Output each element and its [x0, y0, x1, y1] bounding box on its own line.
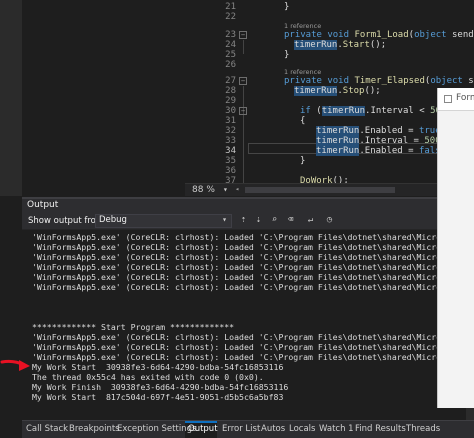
- fold-guide: [243, 40, 244, 54]
- line-number: 29: [225, 96, 236, 106]
- output-line: 'WinFormsApp5.exe' (CoreCLR: clrhost): L…: [32, 342, 466, 352]
- line-number: 28: [225, 86, 236, 96]
- chevron-down-icon[interactable]: ▾: [223, 185, 228, 194]
- line-number: 32: [225, 126, 236, 136]
- line-number: 24: [225, 40, 236, 50]
- line-number: 21: [225, 2, 236, 12]
- output-title: Output: [27, 200, 59, 210]
- scroll-left-icon[interactable]: ◂: [235, 185, 239, 193]
- tab-breakpoints[interactable]: Breakpoints: [69, 424, 120, 434]
- output-line-work-finish: My Work Finish 30938fe3-6d64-4290-bdba-5…: [32, 382, 289, 392]
- code-line-enabled-true: timerRun.Enabled = true;: [316, 126, 446, 136]
- line-number-gutter: 21 22 23 24 25 26 27 28 29 30 31 32 33 3…: [202, 0, 248, 186]
- form-designer-panel[interactable]: Form: [437, 88, 474, 408]
- line-number: 27: [225, 76, 236, 86]
- output-text-area[interactable]: 'WinFormsApp5.exe' (CoreCLR: clrhost): L…: [22, 230, 474, 420]
- code-line-brace: {: [300, 116, 306, 126]
- output-line: 'WinFormsApp5.exe' (CoreCLR: clrhost): L…: [32, 252, 466, 262]
- tab-locals[interactable]: Locals: [289, 424, 315, 434]
- line-number: 26: [225, 60, 236, 70]
- collapse-icon[interactable]: −: [239, 31, 247, 39]
- output-line: 'WinFormsApp5.exe' (CoreCLR: clrhost): L…: [32, 332, 466, 342]
- red-arrow-icon: [0, 359, 30, 371]
- form-designer-tab[interactable]: Form: [438, 88, 474, 111]
- zoom-level[interactable]: 88 %: [192, 185, 215, 195]
- form-icon: [444, 95, 452, 103]
- go-to-previous-icon[interactable]: ⇡: [238, 215, 249, 226]
- tab-threads[interactable]: Threads: [406, 424, 440, 434]
- code-line-if: if (timerRun.Interval < 5000): [300, 106, 457, 116]
- tab-watch-1[interactable]: Watch 1: [319, 424, 354, 434]
- line-number: 36: [225, 166, 236, 176]
- output-toolbar: Show output from: Debug ▾ ⇡ ⇣ ⌕ ⌫ ↵ ◷: [22, 213, 474, 229]
- word-wrap-icon[interactable]: ↵: [305, 215, 316, 226]
- find-message-icon[interactable]: ⌕: [269, 215, 280, 226]
- line-number: 33: [225, 136, 236, 146]
- tab-autos[interactable]: Autos: [261, 424, 285, 434]
- line-number: 23: [225, 30, 236, 40]
- line-number: 25: [225, 50, 236, 60]
- code-line-form1-load: private void Form1_Load(object sender, E…: [284, 30, 474, 40]
- output-panel[interactable]: Output Show output from: Debug ▾ ⇡ ⇣ ⌕ ⌫…: [22, 197, 474, 420]
- form-designer-title: Form: [456, 93, 474, 103]
- tab-output[interactable]: Output: [188, 424, 218, 434]
- collapse-icon[interactable]: −: [239, 107, 247, 115]
- line-number: 22: [225, 12, 236, 22]
- code-line-timer-stop: timerRun.Stop();: [294, 86, 381, 96]
- tab-find-results[interactable]: Find Results: [355, 424, 406, 434]
- bottom-tab-strip: Call Stack Breakpoints Exception Setting…: [22, 420, 474, 438]
- output-source-select[interactable]: Debug ▾: [95, 214, 232, 228]
- line-number-current: 34: [225, 146, 236, 156]
- output-line: 'WinFormsApp5.exe' (CoreCLR: clrhost): L…: [32, 242, 466, 252]
- output-line-thread-exit: The thread 0x55c4 has exited with code 0…: [32, 372, 264, 382]
- code-line-timer-elapsed: private void Timer_Elapsed(object sender…: [284, 76, 474, 86]
- line-number: 35: [225, 156, 236, 166]
- horizontal-scrollbar[interactable]: [245, 187, 395, 193]
- code-line-enabled-false: timerRun.Enabled = false;: [316, 146, 451, 156]
- output-header: Output: [22, 197, 474, 213]
- output-line: 'WinFormsApp5.exe' (CoreCLR: clrhost): L…: [32, 282, 466, 292]
- output-line-work-start: My Work Start 30938fe3-6d64-4290-bdba-54…: [32, 362, 284, 372]
- editor-status-bar: 88 % ▾ ◂: [185, 183, 474, 196]
- code-line-brace: }: [300, 156, 306, 166]
- tab-call-stack[interactable]: Call Stack: [26, 424, 68, 434]
- output-line: 'WinFormsApp5.exe' (CoreCLR: clrhost): L…: [32, 352, 466, 362]
- code-line: }: [284, 50, 290, 60]
- line-number: 30: [225, 106, 236, 116]
- output-line-start-program: ************* Start Program ************…: [32, 322, 235, 332]
- output-line: 'WinFormsApp5.exe' (CoreCLR: clrhost): L…: [32, 272, 466, 282]
- clear-all-icon[interactable]: ⌫: [285, 215, 296, 226]
- output-line-work-start: My Work Start 817c504d-697f-4e51-9051-d5…: [32, 392, 284, 402]
- code-line-interval: timerRun.Interval = 5000;: [316, 136, 452, 146]
- line-number: 31: [225, 116, 236, 126]
- code-line: }: [284, 2, 290, 12]
- output-source-value: Debug: [99, 215, 127, 225]
- tab-error-list[interactable]: Error List: [222, 424, 260, 434]
- tab-exception-settings[interactable]: Exception Settings: [117, 424, 196, 434]
- fold-guide: [243, 86, 244, 183]
- code-editor[interactable]: 21 22 23 24 25 26 27 28 29 30 31 32 33 3…: [0, 0, 474, 196]
- editor-left-margin: [0, 0, 22, 196]
- chevron-down-icon[interactable]: ▾: [222, 215, 227, 224]
- go-to-next-icon[interactable]: ⇣: [253, 215, 264, 226]
- output-line: 'WinFormsApp5.exe' (CoreCLR: clrhost): L…: [32, 262, 466, 272]
- collapse-icon[interactable]: −: [239, 77, 247, 85]
- code-line-timer-start: timerRun.Start();: [294, 40, 387, 50]
- timestamp-icon[interactable]: ◷: [324, 215, 335, 226]
- output-line: 'WinFormsApp5.exe' (CoreCLR: clrhost): L…: [32, 232, 466, 242]
